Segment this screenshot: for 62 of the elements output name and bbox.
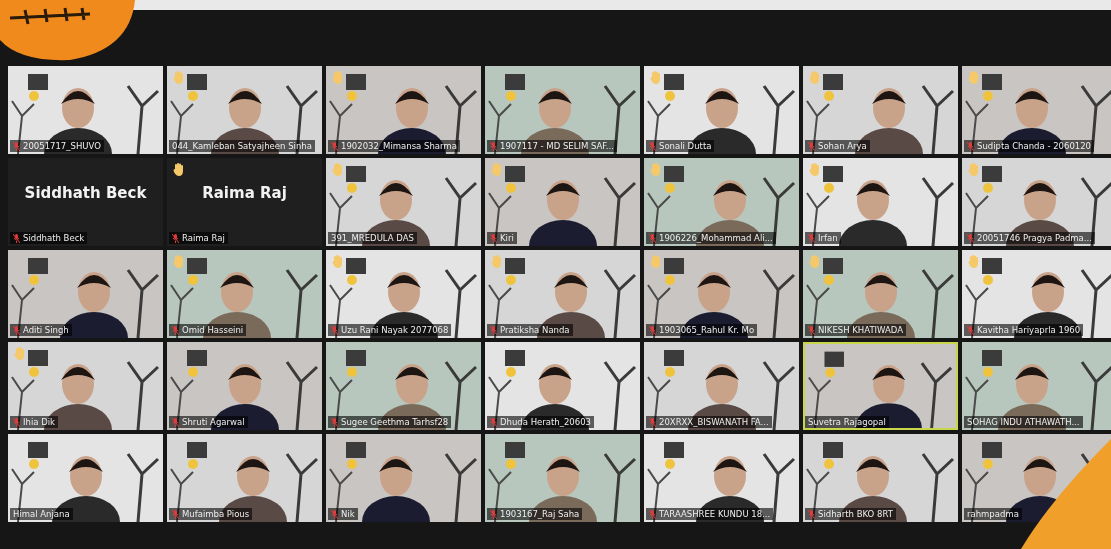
- video-tile[interactable]: SOHAG INDU ATHAWATH...: [962, 342, 1111, 430]
- video-tile[interactable]: 1907117 - MD SELIM SAF...: [485, 66, 640, 154]
- participant-name-label: NIKESH KHATIWADA: [805, 324, 907, 336]
- video-tile[interactable]: Uzu Rani Nayak 2077068: [326, 250, 481, 338]
- video-tile[interactable]: Sugee Geethma Tarhsf28: [326, 342, 481, 430]
- video-tile[interactable]: 20051717_SHUVO: [8, 66, 163, 154]
- participant-name-label: Ihia Dik: [10, 416, 58, 428]
- participant-name-label: Mufaimba Pious: [169, 508, 253, 520]
- video-tile[interactable]: Kavitha Hariyaprla 1960: [962, 250, 1111, 338]
- video-tile[interactable]: Sudipta Chanda - 2060120: [962, 66, 1111, 154]
- participant-name-label: Irfan: [805, 232, 841, 244]
- video-tile[interactable]: Himal Anjana: [8, 434, 163, 522]
- video-tile[interactable]: 1903167_Raj Saha: [485, 434, 640, 522]
- participant-name-label: Sugee Geethma Tarhsf28: [328, 416, 452, 428]
- video-tile[interactable]: Nik: [326, 434, 481, 522]
- video-tile[interactable]: TARAASHREE KUNDU 18...: [644, 434, 799, 522]
- video-tile[interactable]: NIKESH KHATIWADA: [803, 250, 958, 338]
- participant-name-label: Uzu Rani Nayak 2077068: [328, 324, 452, 336]
- participant-name-label: 1903065_Rahul Kr. Mo: [646, 324, 758, 336]
- video-tile[interactable]: Omid Hasseini: [167, 250, 322, 338]
- video-tile[interactable]: Irfan: [803, 158, 958, 246]
- participant-name-label: 20051746 Pragya Padma...: [964, 232, 1095, 244]
- participant-name-label: Sonali Dutta: [646, 140, 715, 152]
- participant-name-label: Nik: [328, 508, 358, 520]
- video-tile[interactable]: Shruti Agarwal: [167, 342, 322, 430]
- video-tile[interactable]: Sonali Dutta: [644, 66, 799, 154]
- video-tile[interactable]: Siddhath Beck Siddhath Beck: [8, 158, 163, 246]
- participant-name-label: 20XRXX_BISWANATH FA...: [646, 416, 772, 428]
- video-tile[interactable]: Aditi Singh: [8, 250, 163, 338]
- participant-name-label: 20051717_SHUVO: [10, 140, 104, 152]
- participant-name-label: SOHAG INDU ATHAWATH...: [964, 416, 1083, 428]
- participant-name-label: 1902032_Mimansa Sharma: [328, 140, 460, 152]
- participant-name-label: 1907117 - MD SELIM SAF...: [487, 140, 617, 152]
- participant-name-label: 1903167_Raj Saha: [487, 508, 583, 520]
- video-tile[interactable]: Kiri: [485, 158, 640, 246]
- participant-name-label: Siddhath Beck: [10, 232, 88, 244]
- video-tile[interactable]: 1902032_Mimansa Sharma: [326, 66, 481, 154]
- participant-name-label: Pratiksha Nanda: [487, 324, 573, 336]
- participant-name-label: Aditi Singh: [10, 324, 72, 336]
- video-tile[interactable]: Dhuda Herath_20603: [485, 342, 640, 430]
- participant-name-label: Shruti Agarwal: [169, 416, 248, 428]
- participant-name-label: TARAASHREE KUNDU 18...: [646, 508, 774, 520]
- participant-name-label: Sohan Arya: [805, 140, 870, 152]
- video-tile[interactable]: Raima Raj Raima Raj: [167, 158, 322, 246]
- video-tile[interactable]: Suvetra Rajagopal: [803, 342, 958, 430]
- participant-name-label: Dhuda Herath_20603: [487, 416, 594, 428]
- participant-name-label: 044_Kamleban Satyajheen Sinha: [169, 140, 315, 152]
- participant-name-label: rahmpadma: [964, 508, 1022, 520]
- participant-name-label: Himal Anjana: [10, 508, 73, 520]
- participant-name-label: Kiri: [487, 232, 517, 244]
- participant-name-label: Suvetra Rajagopal: [805, 416, 889, 428]
- participant-name-label: Sidharth BKO 8RT: [805, 508, 896, 520]
- participant-name-label: Sudipta Chanda - 2060120: [964, 140, 1095, 152]
- video-tile[interactable]: 1906226_Mohammad Ali...: [644, 158, 799, 246]
- participant-name-label: 1906226_Mohammad Ali...: [646, 232, 776, 244]
- participant-name-label: Omid Hasseini: [169, 324, 247, 336]
- video-tile[interactable]: 1903065_Rahul Kr. Mo: [644, 250, 799, 338]
- participant-name-label: 391_MREDULA DAS: [328, 232, 417, 244]
- participant-name-label: Raima Raj: [169, 232, 228, 244]
- participant-name-label: Kavitha Hariyaprla 1960: [964, 324, 1084, 336]
- participant-name: Siddhath Beck: [23, 183, 148, 204]
- participant-name: Raima Raj: [201, 183, 288, 204]
